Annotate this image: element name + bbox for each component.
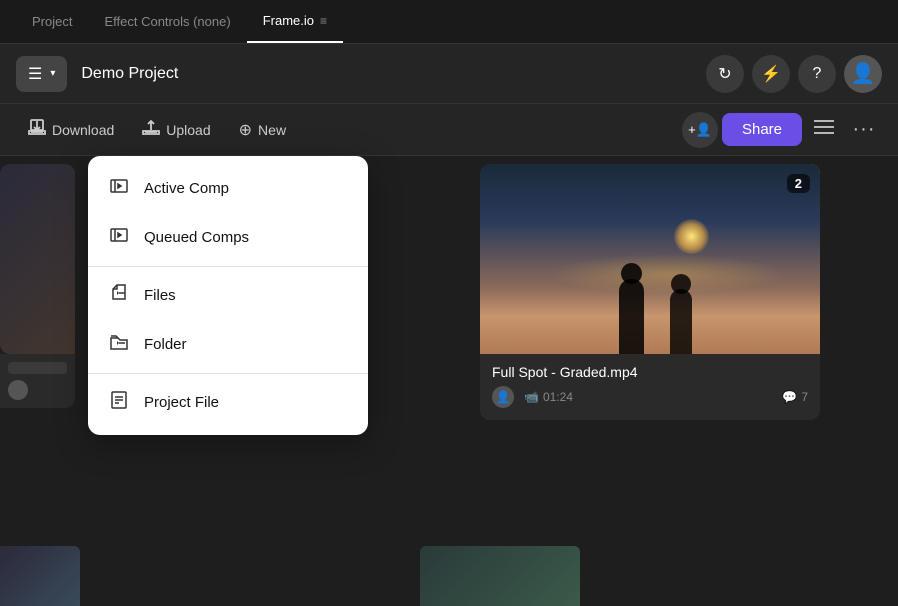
files-label: Files — [144, 287, 176, 304]
refresh-button[interactable]: ↻ — [706, 55, 744, 93]
comment-icon: 💬 — [782, 390, 797, 404]
dropdown-item-folder[interactable]: Folder — [88, 320, 368, 369]
project-stack-icon: ☰ — [28, 64, 42, 84]
folder-label: Folder — [144, 336, 187, 353]
card-duration: 📹 01:24 — [524, 390, 573, 404]
card-avatar-icon: 👤 — [496, 390, 511, 404]
upload-button[interactable]: Upload — [130, 112, 222, 147]
main-content: Active Comp Queued Comps — [0, 156, 898, 606]
avatar-button[interactable]: 👤 — [844, 55, 882, 93]
user-avatar-icon: 👤 — [851, 61, 876, 86]
video-icon: 📹 — [524, 390, 539, 404]
new-icon: ⊕ — [239, 120, 252, 140]
project-file-icon — [108, 390, 130, 415]
list-icon — [814, 119, 834, 140]
bottom-card-right[interactable] — [420, 546, 580, 606]
dropdown-item-project-file[interactable]: Project File — [88, 378, 368, 427]
more-options-button[interactable]: ··· — [846, 112, 882, 148]
files-icon — [108, 283, 130, 308]
folder-icon — [108, 332, 130, 357]
tab-menu-icon: ≡ — [320, 14, 327, 28]
help-button[interactable]: ? — [798, 55, 836, 93]
header-actions: ↻ ⚡ ? 👤 — [706, 55, 882, 93]
partial-card-left — [0, 164, 75, 408]
list-view-button[interactable] — [806, 112, 842, 148]
new-button[interactable]: ⊕ New — [227, 114, 298, 146]
project-dropdown-button[interactable]: ☰ ▾ — [16, 56, 67, 92]
card-comments: 💬 7 — [782, 390, 808, 404]
dropdown-item-files[interactable]: Files — [88, 271, 368, 320]
dropdown-item-active-comp[interactable]: Active Comp — [88, 164, 368, 213]
tab-bar: Project Effect Controls (none) Frame.io … — [0, 0, 898, 44]
project-file-label: Project File — [144, 394, 219, 411]
media-card-full-spot[interactable]: 2 Full Spot - Graded.mp4 👤 📹 01:24 💬 7 — [480, 164, 820, 420]
tab-frameio[interactable]: Frame.io ≡ — [247, 0, 343, 43]
new-dropdown-menu: Active Comp Queued Comps — [88, 156, 368, 435]
queued-comps-icon — [108, 225, 130, 250]
refresh-icon: ↻ — [718, 64, 731, 84]
help-icon: ? — [813, 65, 822, 83]
download-label: Download — [52, 122, 114, 138]
upload-label: Upload — [166, 122, 210, 138]
download-icon — [28, 118, 46, 141]
card-badge: 2 — [787, 174, 810, 193]
share-label: Share — [742, 121, 782, 138]
new-label: New — [258, 122, 286, 138]
more-icon: ··· — [853, 118, 876, 141]
tab-effect-controls[interactable]: Effect Controls (none) — [88, 0, 246, 43]
dropdown-divider-2 — [88, 373, 368, 374]
lightning-icon: ⚡ — [761, 64, 781, 84]
queued-comps-label: Queued Comps — [144, 229, 249, 246]
active-comp-label: Active Comp — [144, 180, 229, 197]
card-avatar: 👤 — [492, 386, 514, 408]
project-title: Demo Project — [81, 65, 706, 83]
active-comp-icon — [108, 176, 130, 201]
bottom-card-left[interactable] — [0, 546, 80, 606]
dropdown-divider-1 — [88, 266, 368, 267]
download-button[interactable]: Download — [16, 112, 126, 147]
upload-icon — [142, 118, 160, 141]
lightning-button[interactable]: ⚡ — [752, 55, 790, 93]
add-person-icon: +👤 — [688, 122, 712, 138]
card-meta: 👤 📹 01:24 💬 7 — [492, 386, 808, 408]
add-person-button[interactable]: +👤 — [682, 112, 718, 148]
tab-project[interactable]: Project — [16, 0, 88, 43]
card-title: Full Spot - Graded.mp4 — [492, 364, 808, 380]
share-button[interactable]: Share — [722, 113, 802, 146]
header: ☰ ▾ Demo Project ↻ ⚡ ? 👤 — [0, 44, 898, 104]
chevron-down-icon: ▾ — [50, 68, 55, 79]
toolbar: Download Upload ⊕ New +👤 Share ··· — [0, 104, 898, 156]
dropdown-item-queued-comps[interactable]: Queued Comps — [88, 213, 368, 262]
